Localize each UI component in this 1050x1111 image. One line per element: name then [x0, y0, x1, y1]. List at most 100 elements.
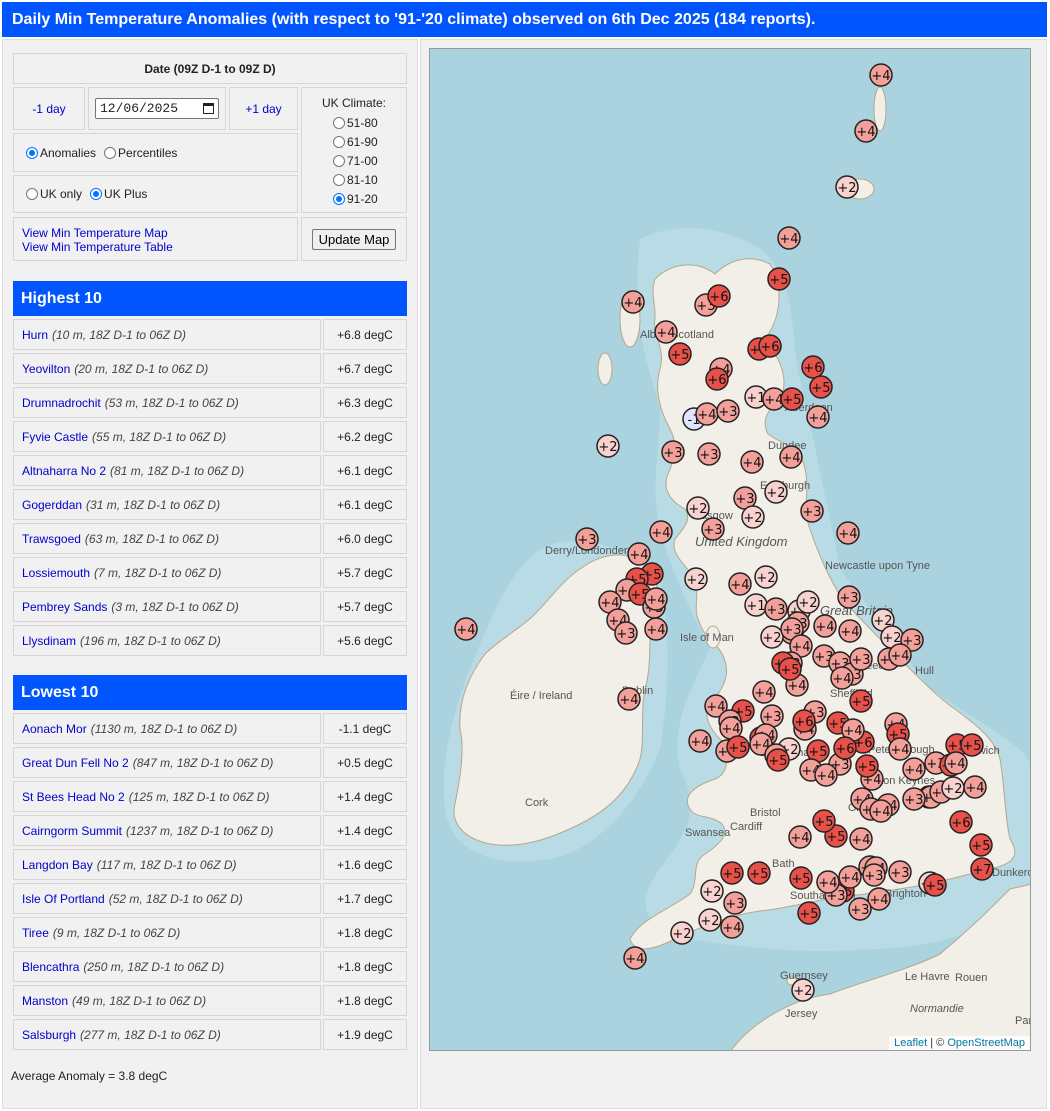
uk-only-radio[interactable] [26, 188, 38, 200]
region-option-uk-only[interactable]: UK only [26, 187, 82, 201]
anomaly-marker[interactable]: +4 [779, 445, 803, 469]
anomalies-radio[interactable] [26, 146, 38, 159]
anomaly-marker[interactable]: +4 [720, 915, 744, 939]
anomaly-marker[interactable]: +4 [617, 687, 641, 711]
anomaly-marker[interactable]: +5 [720, 861, 744, 885]
anomaly-marker[interactable]: +1 [744, 593, 768, 617]
station-link[interactable]: Hurn [22, 328, 48, 342]
anomaly-marker[interactable]: +4 [813, 614, 837, 638]
station-link[interactable]: Lossiemouth [22, 566, 90, 580]
anomaly-marker[interactable]: +3 [837, 585, 861, 609]
station-link[interactable]: Gogerddan [22, 498, 82, 512]
anomaly-marker[interactable]: +7 [970, 857, 994, 881]
anomaly-marker[interactable]: +5 [767, 267, 791, 291]
anomaly-marker[interactable]: +4 [944, 751, 968, 775]
anomaly-marker[interactable]: +2 [764, 480, 788, 504]
view-map-link[interactable]: View Min Temperature Map [22, 226, 168, 240]
osm-link[interactable]: OpenStreetMap [947, 1037, 1025, 1049]
anomaly-marker[interactable]: +4 [695, 402, 719, 426]
anomaly-marker[interactable]: +3 [764, 597, 788, 621]
anomaly-marker[interactable]: +4 [963, 775, 987, 799]
anomaly-marker[interactable]: +6 [949, 810, 973, 834]
station-link[interactable]: Llysdinam [22, 634, 76, 648]
climate-option-91-20[interactable]: 91-20 [302, 189, 406, 208]
anomaly-marker[interactable]: +4 [902, 757, 926, 781]
anomaly-marker[interactable]: +6 [758, 334, 782, 358]
anomaly-marker[interactable]: +4 [816, 870, 840, 894]
anomaly-marker[interactable]: +3 [575, 527, 599, 551]
anomaly-marker[interactable]: +3 [848, 897, 872, 921]
anomaly-marker[interactable]: +5 [849, 689, 873, 713]
station-link[interactable]: Blencathra [22, 960, 79, 974]
anomaly-marker[interactable]: +5 [923, 873, 947, 897]
anomaly-marker[interactable]: +4 [830, 666, 854, 690]
date-input[interactable]: 12/06/2025 [95, 98, 219, 119]
mode-option-anomalies[interactable]: Anomalies [26, 146, 96, 160]
percentiles-radio[interactable] [104, 146, 117, 159]
anomaly-marker[interactable]: +6 [705, 367, 729, 391]
anomaly-marker[interactable]: +5 [855, 754, 879, 778]
anomaly-marker[interactable]: +4 [454, 617, 478, 641]
anomaly-marker[interactable]: +4 [644, 617, 668, 641]
anomaly-map[interactable]: DundeeEdinburghGlasgowUnited KingdomDerr… [429, 48, 1031, 1051]
update-map-button[interactable]: Update Map [311, 228, 397, 250]
anomaly-marker[interactable]: +6 [792, 709, 816, 733]
anomaly-marker[interactable]: +4 [688, 729, 712, 753]
climate-radio[interactable] [333, 116, 345, 129]
anomaly-marker[interactable]: +4 [627, 542, 651, 566]
anomaly-marker[interactable]: +2 [684, 567, 708, 591]
anomaly-marker[interactable]: +2 [754, 565, 778, 589]
station-link[interactable]: Salsburgh [22, 1028, 76, 1042]
anomaly-marker[interactable]: +2 [835, 175, 859, 199]
anomaly-marker[interactable]: +4 [854, 119, 878, 143]
climate-radio[interactable] [333, 173, 345, 186]
station-link[interactable]: Tiree [22, 926, 49, 940]
anomaly-marker[interactable]: +5 [766, 748, 790, 772]
view-table-link[interactable]: View Min Temperature Table [22, 240, 173, 254]
climate-option-81-10[interactable]: 81-10 [302, 170, 406, 189]
anomaly-marker[interactable]: +4 [888, 643, 912, 667]
station-link[interactable]: Aonach Mor [22, 722, 87, 736]
anomaly-marker[interactable]: +4 [849, 827, 873, 851]
anomaly-marker[interactable]: +2 [791, 978, 815, 1002]
anomaly-marker[interactable]: +2 [670, 921, 694, 945]
station-link[interactable]: Yeovilton [22, 362, 70, 376]
anomaly-marker[interactable]: +2 [698, 908, 722, 932]
mode-option-percentiles[interactable]: Percentiles [104, 146, 177, 160]
anomaly-marker[interactable]: +3 [723, 891, 747, 915]
anomaly-marker[interactable]: +4 [836, 521, 860, 545]
anomaly-marker[interactable]: +4 [649, 520, 673, 544]
region-option-uk-plus[interactable]: UK Plus [90, 187, 147, 201]
anomaly-marker[interactable]: +4 [740, 450, 764, 474]
anomaly-marker[interactable]: +5 [789, 866, 813, 890]
next-day-link[interactable]: +1 day [245, 102, 281, 116]
anomaly-marker[interactable]: +3 [701, 517, 725, 541]
anomaly-marker[interactable]: +2 [741, 505, 765, 529]
anomaly-marker[interactable]: +3 [716, 399, 740, 423]
station-link[interactable]: Fyvie Castle [22, 430, 88, 444]
station-link[interactable]: Trawsgoed [22, 532, 81, 546]
uk-plus-radio[interactable] [90, 188, 103, 200]
station-link[interactable]: St Bees Head No 2 [22, 790, 125, 804]
anomaly-marker[interactable]: +2 [796, 590, 820, 614]
anomaly-marker[interactable]: +5 [960, 733, 984, 757]
anomaly-marker[interactable]: +2 [760, 625, 784, 649]
anomaly-marker[interactable]: +4 [838, 865, 862, 889]
station-link[interactable]: Great Dun Fell No 2 [22, 756, 129, 770]
anomaly-marker[interactable]: +4 [788, 825, 812, 849]
anomaly-marker[interactable]: +5 [668, 342, 692, 366]
station-link[interactable]: Langdon Bay [22, 858, 93, 872]
anomaly-marker[interactable]: +3 [697, 442, 721, 466]
anomaly-marker[interactable]: +2 [700, 879, 724, 903]
anomaly-marker[interactable]: +5 [809, 375, 833, 399]
climate-option-71-00[interactable]: 71-00 [302, 151, 406, 170]
anomaly-marker[interactable]: +4 [838, 619, 862, 643]
anomaly-marker[interactable]: +3 [888, 860, 912, 884]
anomaly-marker[interactable]: +6 [833, 736, 857, 760]
anomaly-marker[interactable]: +4 [806, 405, 830, 429]
climate-option-61-90[interactable]: 61-90 [302, 132, 406, 151]
anomaly-marker[interactable]: +4 [752, 680, 776, 704]
prev-day-link[interactable]: -1 day [32, 102, 65, 116]
anomaly-marker[interactable]: +4 [777, 226, 801, 250]
anomaly-marker[interactable]: +3 [800, 499, 824, 523]
